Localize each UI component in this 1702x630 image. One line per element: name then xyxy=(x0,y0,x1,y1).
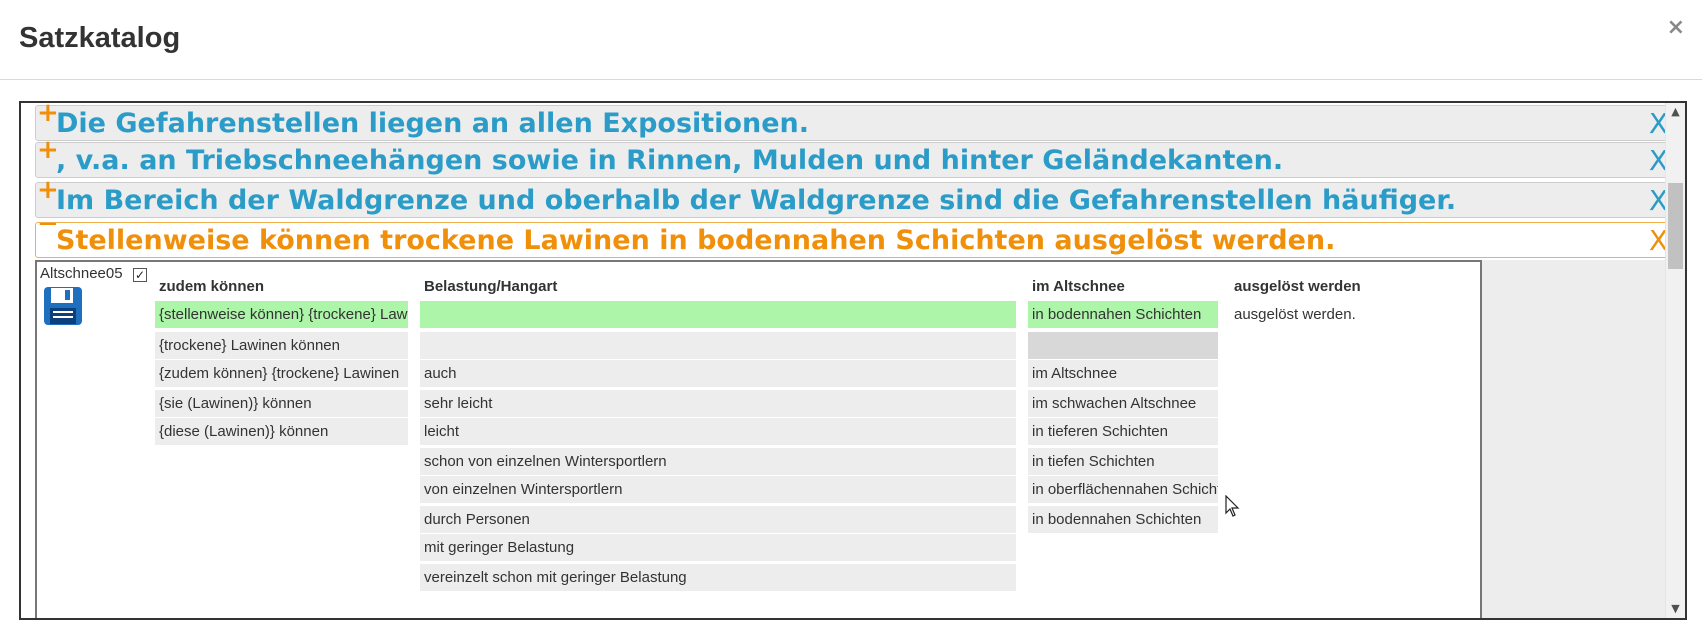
option-cell[interactable]: in bodennahen Schichten xyxy=(1028,506,1218,533)
sentence-editor-panel: Altschnee05 ✓ zudem können Belastung/Han… xyxy=(35,260,1482,618)
option-cell[interactable]: in tiefen Schichten xyxy=(1028,448,1218,475)
column-header: ausgelöst werden xyxy=(1234,278,1361,295)
sentence-row-active[interactable]: − Stellenweise können trockene Lawinen i… xyxy=(35,211,1669,259)
option-cell[interactable]: in tieferen Schichten xyxy=(1028,418,1218,445)
option-cell[interactable]: {diese (Lawinen)} können xyxy=(155,418,408,445)
option-cell[interactable]: von einzelnen Wintersportlern xyxy=(420,476,1016,503)
sentence-row[interactable]: + , v.a. an Triebschneehängen sowie in R… xyxy=(35,137,1669,179)
option-cell[interactable] xyxy=(420,301,1016,328)
column-header: Belastung/Hangart xyxy=(424,278,558,295)
option-cell[interactable]: {stellenweise können} {trockene} Lawinen xyxy=(155,301,408,328)
dialog-title: Satzkatalog xyxy=(19,22,181,54)
modal-header: Satzkatalog × xyxy=(0,0,1702,80)
column-header: im Altschnee xyxy=(1032,278,1125,295)
sentence-text[interactable]: Im Bereich der Waldgrenze und oberhalb d… xyxy=(56,183,1456,219)
option-cell[interactable]: {sie (Lawinen)} können xyxy=(155,390,408,417)
option-cell[interactable]: in bodennahen Schichten xyxy=(1028,301,1218,328)
option-cell[interactable]: leicht xyxy=(420,418,1016,445)
option-cell[interactable]: schon von einzelnen Wintersportlern xyxy=(420,448,1016,475)
sentence-text[interactable]: , v.a. an Triebschneehängen sowie in Rin… xyxy=(56,143,1283,179)
option-cell[interactable]: im schwachen Altschnee xyxy=(1028,390,1218,417)
option-cell[interactable] xyxy=(1028,332,1218,359)
option-cell[interactable]: im Altschnee xyxy=(1028,360,1218,387)
sentence-row[interactable]: + Die Gefahrenstellen liegen an allen Ex… xyxy=(35,103,1669,142)
option-cell[interactable]: vereinzelt schon mit geringer Belastung xyxy=(420,564,1016,591)
floppy-disk-icon[interactable] xyxy=(43,286,83,326)
vertical-scrollbar[interactable]: ▲ ▼ xyxy=(1665,103,1685,618)
option-cell[interactable]: {trockene} Lawinen können xyxy=(155,332,408,359)
close-icon[interactable]: × xyxy=(1667,15,1685,40)
checkbox-icon[interactable]: ✓ xyxy=(133,268,147,282)
mouse-cursor-icon xyxy=(1225,495,1240,517)
scrollbar-thumb[interactable] xyxy=(1668,183,1683,269)
panel-filler xyxy=(1482,260,1671,618)
sentence-row[interactable]: + Im Bereich der Waldgrenze und oberhalb… xyxy=(35,177,1669,219)
column-header: zudem können xyxy=(159,278,265,295)
sentence-catalog-frame: + Die Gefahrenstellen liegen an allen Ex… xyxy=(19,101,1687,620)
option-cell[interactable]: mit geringer Belastung xyxy=(420,534,1016,561)
sentence-text[interactable]: Stellenweise können trockene Lawinen in … xyxy=(56,223,1335,259)
scroll-up-icon[interactable]: ▲ xyxy=(1666,103,1685,121)
option-cell[interactable]: {zudem können} {trockene} Lawinen xyxy=(155,360,408,387)
sentence-template-name: Altschnee05 xyxy=(40,265,123,282)
sentence-text[interactable]: Die Gefahrenstellen liegen an allen Expo… xyxy=(56,106,809,142)
option-cell[interactable]: in oberflächennahen Schichten xyxy=(1028,476,1218,503)
option-cell[interactable]: auch xyxy=(420,360,1016,387)
option-cell[interactable]: durch Personen xyxy=(420,506,1016,533)
option-cell[interactable]: ausgelöst werden. xyxy=(1230,301,1400,328)
option-cell[interactable]: sehr leicht xyxy=(420,390,1016,417)
option-cell[interactable] xyxy=(420,332,1016,359)
scroll-down-icon[interactable]: ▼ xyxy=(1666,600,1685,618)
